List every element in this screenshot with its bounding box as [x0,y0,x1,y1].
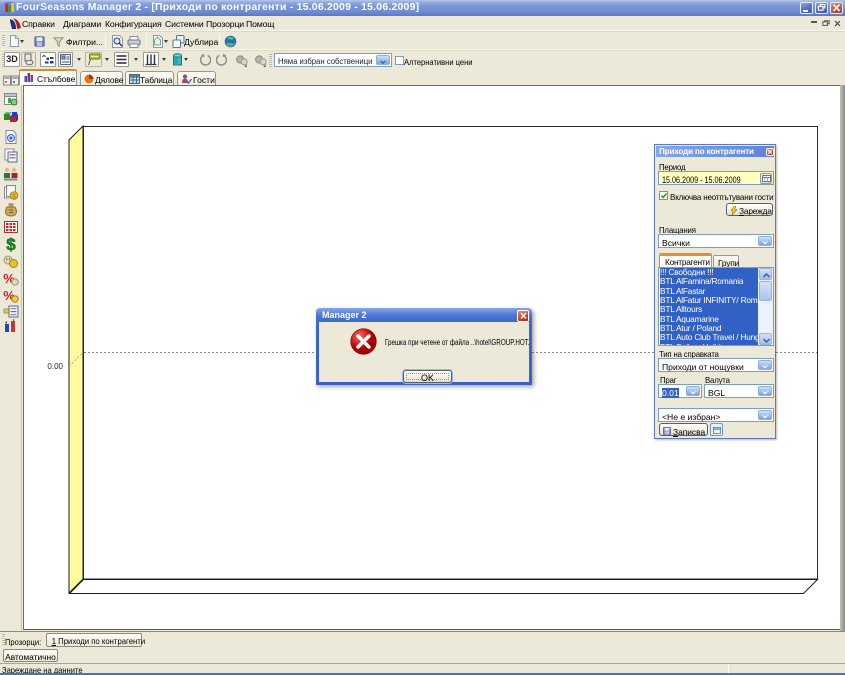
svg-text:$: $ [6,236,16,252]
